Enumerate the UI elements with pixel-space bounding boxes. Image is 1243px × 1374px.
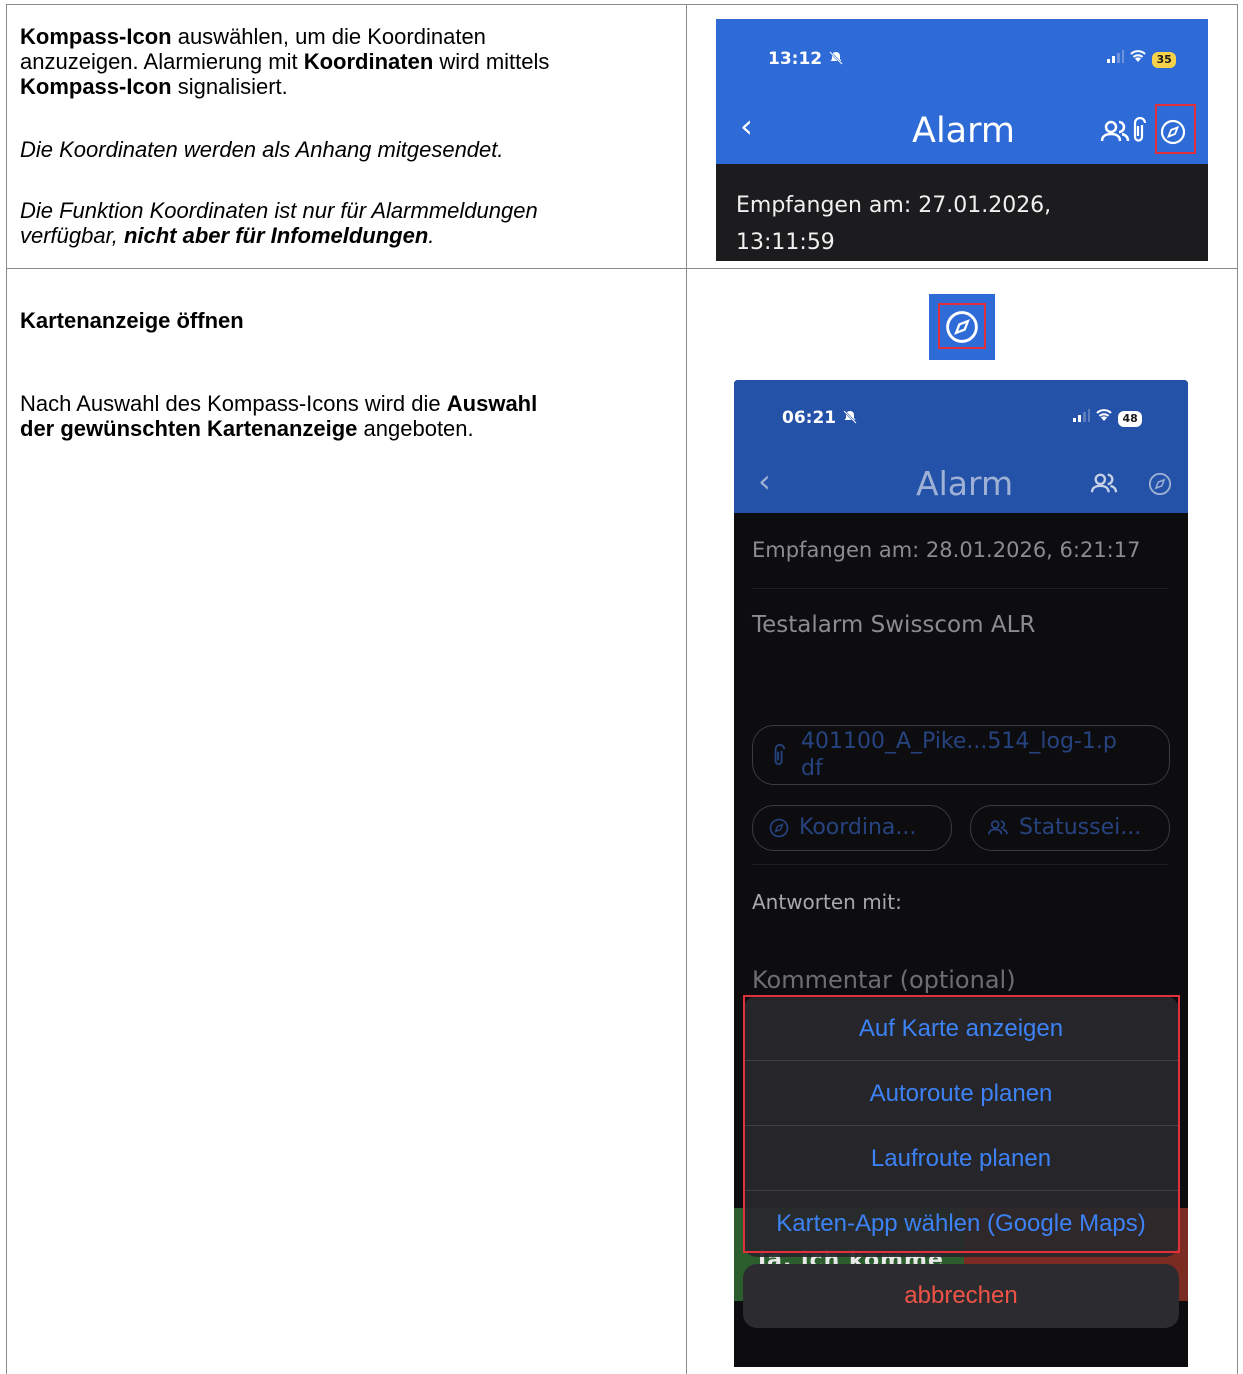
paperclip-icon <box>774 744 785 766</box>
coordinates-note: Die Funktion Koordinaten ist nur für Ala… <box>20 198 680 223</box>
alarm-screen-screenshot-2: 06:21 48 ‹ Alarm Empfangen am: 28.01.202… <box>734 380 1188 1367</box>
users-icon[interactable] <box>1100 119 1130 145</box>
kompass-icon-term: Kompass-Icon <box>20 24 172 49</box>
divider-2 <box>752 864 1168 865</box>
comment-input[interactable]: Kommentar (optional) <box>752 966 1016 994</box>
battery-icon: 35 <box>1152 52 1176 68</box>
status-indicators: 35 <box>1106 49 1176 68</box>
coordinates-note-line2-a: verfügbar, <box>20 223 124 248</box>
koordinaten-term: Koordinaten <box>303 49 434 74</box>
signal-icon <box>1107 50 1124 63</box>
row2-heading: Kartenanzeige öffnen <box>20 308 680 333</box>
row2-paragraph-line2: der gewünschten Kartenanzeige angeboten. <box>20 416 680 441</box>
divider-1 <box>752 588 1168 589</box>
status-indicators: 48 <box>1072 408 1142 427</box>
paperclip-icon[interactable] <box>1132 117 1146 145</box>
table-border-right <box>1237 4 1238 1374</box>
row1-line2: anzuzeigen. Alarmierung mit Koordinaten … <box>20 49 680 74</box>
attachment-note-text: Die Koordinaten werden als Anhang mitges… <box>20 137 504 162</box>
coordinates-chip-label: Koordina... <box>799 815 917 840</box>
battery-icon: 48 <box>1118 411 1142 427</box>
users-icon[interactable] <box>1090 472 1118 496</box>
status-time-text: 13:12 <box>768 49 823 69</box>
row2-description: Kartenanzeige öffnen Nach Auswahl des Ko… <box>20 308 680 441</box>
row2-para-d: angeboten. <box>357 416 474 441</box>
kompass-icon-term-2: Kompass-Icon <box>20 74 172 99</box>
wifi-icon <box>1130 50 1146 62</box>
table-row-divider <box>6 268 1238 269</box>
coordinates-note-line2: verfügbar, nicht aber für Infomeldungen. <box>20 223 680 248</box>
nav-title: Alarm <box>912 111 1015 151</box>
status-time: 06:21 <box>782 408 858 428</box>
row2-paragraph-line1: Nach Auswahl des Kompass-Icons wird die … <box>20 391 680 416</box>
row1-line1-rest: auswählen, um die Koordinaten <box>171 24 486 49</box>
bell-slash-icon <box>829 51 843 65</box>
alarm-screen-screenshot-1: 13:12 35 ‹ Alarm Empfangen am: 27.01.202… <box>716 19 1208 261</box>
bell-slash-icon <box>843 410 857 424</box>
row1-line3-rest: signalisiert. <box>171 74 288 99</box>
received-line1: Empfangen am: 27.01.2026, <box>736 193 1052 218</box>
table-border-top <box>6 4 1238 5</box>
attachment-name-line2: df <box>801 756 823 781</box>
row1-line2-text: anzuzeigen. Alarmierung mit <box>20 49 304 74</box>
row1-description: Kompass-Icon auswählen, um die Koordinat… <box>20 24 680 248</box>
cancel-button[interactable]: abbrechen <box>743 1264 1179 1328</box>
row1-line3: Kompass-Icon signalisiert. <box>20 74 680 99</box>
users-icon <box>988 820 1008 835</box>
row2-heading-text: Kartenanzeige öffnen <box>20 308 244 333</box>
action-sheet-highlight <box>743 995 1180 1253</box>
table-column-divider <box>686 4 687 1374</box>
received-timestamp: Empfangen am: 28.01.2026, 6:21:17 <box>752 538 1141 562</box>
row1-line2-rest: wird mittels <box>433 49 550 74</box>
attachment-chip[interactable]: 401100_A_Pike...514_log-1.p df <box>752 725 1170 785</box>
coordinates-note-emphasis: nicht aber für Infomeldungen <box>123 223 429 248</box>
received-line2: 13:11:59 <box>736 230 835 255</box>
coordinates-note-period: . <box>428 223 435 248</box>
status-time: 13:12 <box>768 49 844 69</box>
alarm-nav-bar-dimmed: 06:21 48 ‹ Alarm <box>734 380 1188 513</box>
status-page-chip[interactable]: Statussei... <box>970 805 1170 851</box>
nav-title: Alarm <box>916 464 1014 503</box>
back-chevron-icon[interactable]: ‹ <box>758 462 771 500</box>
compass-highlight <box>1155 104 1196 154</box>
attachment-name-line1: 401100_A_Pike...514_log-1.p <box>801 729 1117 754</box>
row1-line1: Kompass-Icon auswählen, um die Koordinat… <box>20 24 680 49</box>
received-timestamp: Empfangen am: 27.01.2026, 13:11:59 <box>736 187 1051 261</box>
signal-icon <box>1073 409 1090 422</box>
compass-closeup-highlight <box>938 303 986 349</box>
coordinates-note-line1: Die Funktion Koordinaten ist nur für Ala… <box>20 198 538 223</box>
alarm-nav-bar: 13:12 35 ‹ Alarm <box>716 19 1208 164</box>
row2-para-a: Nach Auswahl des Kompass-Icons wird die <box>20 391 447 416</box>
alarm-message: Testalarm Swisscom ALR <box>752 612 1036 638</box>
compass-icon <box>769 818 789 838</box>
status-page-chip-label: Statussei... <box>1019 815 1142 840</box>
status-time-text: 06:21 <box>782 408 837 428</box>
wifi-icon <box>1096 409 1112 421</box>
back-chevron-icon[interactable]: ‹ <box>740 107 753 145</box>
coordinates-chip[interactable]: Koordina... <box>752 805 952 851</box>
table-border-left <box>6 4 7 1374</box>
attachment-note: Die Koordinaten werden als Anhang mitges… <box>20 137 680 162</box>
compass-icon-closeup <box>929 294 995 360</box>
compass-icon[interactable] <box>1148 472 1172 496</box>
row2-para-b: Auswahl <box>446 391 538 416</box>
answer-label: Antworten mit: <box>752 890 902 914</box>
row2-para-c: der gewünschten Kartenanzeige <box>20 416 358 441</box>
